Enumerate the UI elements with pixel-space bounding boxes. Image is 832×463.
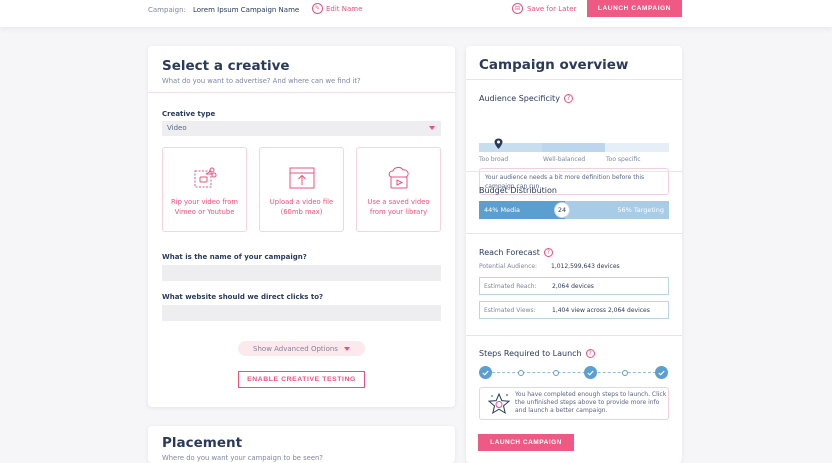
- save-icon: ⊟: [512, 3, 523, 14]
- website-input[interactable]: [162, 305, 441, 321]
- potential-audience-row: Potential Audience: 1,012,599,643 device…: [479, 263, 620, 270]
- reach-forecast-label: Reach Forecast: [479, 248, 540, 257]
- step-2-incomplete[interactable]: [518, 370, 524, 376]
- help-icon[interactable]: ?: [543, 248, 553, 257]
- save-for-later-label: Save for Later: [527, 4, 577, 13]
- campaign-label: Campaign:: [148, 6, 186, 14]
- step-3-incomplete[interactable]: [553, 370, 559, 376]
- budget-targeting: 56% Targeting: [565, 201, 669, 219]
- reach-forecast-title: Reach Forecast ?: [479, 248, 553, 257]
- campaign-name-input[interactable]: [162, 265, 441, 281]
- audience-specificity-label: Audience Specificity: [479, 94, 560, 103]
- steps-label: Steps Required to Launch: [479, 349, 582, 358]
- help-icon[interactable]: ?: [585, 349, 595, 358]
- caret-down-icon: [429, 126, 435, 130]
- creative-type-value: Video: [167, 124, 187, 132]
- potential-audience-value: 1,012,599,643 devices: [551, 263, 620, 270]
- estimated-reach-row: Estimated Reach: 2,064 devices: [479, 277, 669, 295]
- rip-video-icon: [194, 167, 216, 188]
- show-advanced-options-label: Show Advanced Options: [253, 344, 338, 353]
- edit-name-button[interactable]: ✎ Edit Name: [312, 3, 362, 14]
- enable-creative-testing-button[interactable]: ENABLE CREATIVE TESTING: [238, 371, 365, 388]
- tile-saved-video[interactable]: Use a saved video from your library: [356, 147, 441, 232]
- creative-type-label: Creative type: [162, 110, 216, 118]
- upload-video-icon: [289, 167, 314, 189]
- steps-progress: [479, 366, 669, 380]
- creative-type-select[interactable]: Video: [162, 121, 441, 136]
- estimated-views-label: Estimated Views:: [484, 307, 536, 314]
- placement-subtitle: Where do you want your campaign to be se…: [162, 454, 323, 462]
- cloud-library-icon: [388, 167, 409, 189]
- check-icon: [482, 370, 489, 376]
- check-icon: [658, 370, 665, 376]
- placement-card: Placement Where do you want your campaig…: [148, 426, 455, 463]
- steps-note-text: You have completed enough steps to launc…: [515, 391, 667, 414]
- estimated-views-row: Estimated Views: 1,404 view across 2,064…: [479, 301, 669, 319]
- launch-campaign-bottom-button[interactable]: LAUNCH CAMPAIGN: [478, 434, 574, 451]
- tile-upload-video-label: Upload a video file (60mb max): [269, 198, 334, 216]
- step-5-incomplete[interactable]: [622, 370, 628, 376]
- estimated-reach-value: 2,064 devices: [552, 283, 594, 290]
- tile-rip-video[interactable]: Rip your video from Vimeo or Youtube: [162, 147, 247, 232]
- step-4-complete[interactable]: [584, 366, 597, 379]
- placement-title: Placement: [162, 435, 243, 451]
- check-icon: [587, 370, 594, 376]
- star-badge-icon: [487, 392, 511, 415]
- tile-saved-video-label: Use a saved video from your library: [367, 198, 430, 216]
- steps-note: You have completed enough steps to launc…: [479, 387, 669, 420]
- estimated-reach-label: Estimated Reach:: [484, 283, 537, 290]
- budget-slider-handle[interactable]: 24: [554, 202, 570, 218]
- tile-upload-video[interactable]: Upload a video file (60mb max): [259, 147, 344, 232]
- specificity-label-specific: Too specific: [606, 156, 641, 163]
- launch-campaign-button[interactable]: LAUNCH CAMPAIGN: [587, 0, 682, 17]
- save-for-later-button[interactable]: ⊟ Save for Later: [512, 3, 576, 14]
- campaign-overview-card: Campaign overview Audience Specificity ?…: [466, 46, 682, 463]
- campaign-name: Lorem Ipsum Campaign Name: [193, 6, 300, 14]
- location-pin-icon[interactable]: [494, 138, 503, 150]
- potential-audience-label: Potential Audience:: [479, 263, 538, 270]
- specificity-label-balanced: Well-balanced: [543, 156, 586, 163]
- specificity-specific-segment: [605, 143, 669, 152]
- creative-header: Select a creative What do you want to ad…: [148, 46, 455, 93]
- creative-title: Select a creative: [162, 58, 290, 74]
- creative-card: Select a creative What do you want to ad…: [148, 46, 455, 407]
- steps-title: Steps Required to Launch ?: [479, 349, 595, 358]
- specificity-label-broad: Too broad: [479, 156, 509, 163]
- edit-name-label: Edit Name: [326, 4, 363, 13]
- top-bar: Campaign: Lorem Ipsum Campaign Name ✎ Ed…: [0, 0, 832, 27]
- steps-connector: [487, 372, 661, 373]
- step-1-complete[interactable]: [479, 366, 492, 379]
- show-advanced-options-button[interactable]: Show Advanced Options: [238, 341, 365, 356]
- tile-rip-video-label: Rip your video from Vimeo or Youtube: [170, 198, 239, 216]
- audience-specificity-title: Audience Specificity ?: [479, 94, 573, 103]
- budget-slider[interactable]: 44% Media 56% Targeting 24: [479, 201, 669, 219]
- estimated-views-value: 1,404 view across 2,064 devices: [552, 307, 650, 314]
- pencil-icon: ✎: [312, 3, 323, 14]
- audience-specificity-section: Audience Specificity ? Too broad Well-ba…: [466, 79, 682, 195]
- website-question: What website should we direct clicks to?: [162, 293, 324, 301]
- step-6-complete[interactable]: [655, 366, 668, 379]
- specificity-broad-segment: [479, 143, 542, 152]
- campaign-name-question: What is the name of your campaign?: [162, 253, 307, 261]
- specificity-balanced-segment: [542, 143, 605, 152]
- overview-title: Campaign overview: [479, 57, 629, 73]
- budget-media: 44% Media: [479, 201, 565, 219]
- creative-subtitle: What do you want to advertise? And where…: [162, 77, 361, 85]
- budget-title: Budget Distribution: [479, 186, 557, 195]
- caret-down-icon: [343, 346, 350, 351]
- help-icon[interactable]: ?: [563, 94, 573, 103]
